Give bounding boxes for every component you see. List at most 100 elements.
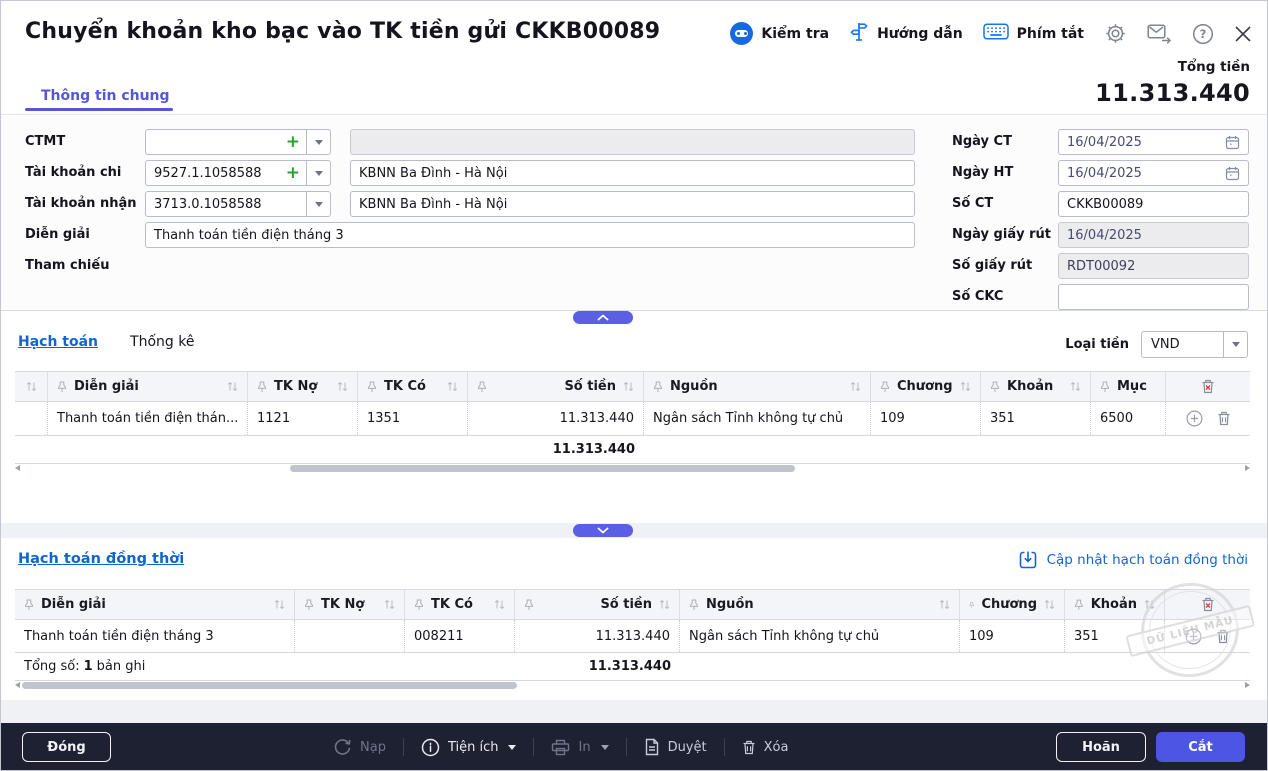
so-ckc-input[interactable] bbox=[1058, 284, 1249, 310]
ctmt-combobox[interactable]: + bbox=[145, 129, 331, 155]
scroll-right-arrow[interactable] bbox=[1245, 682, 1250, 688]
column-header-khoan[interactable]: Khoản bbox=[1065, 590, 1165, 619]
scrollbar-thumb[interactable] bbox=[22, 682, 517, 689]
sort-icon[interactable] bbox=[274, 599, 285, 610]
sort-icon[interactable] bbox=[960, 381, 971, 392]
cell-so-tien[interactable]: 11.313.440 bbox=[515, 620, 680, 652]
currency-select[interactable]: VND bbox=[1141, 331, 1248, 358]
settings-button[interactable] bbox=[1104, 22, 1127, 45]
cell-dien-giai[interactable]: Thanh toán tiền điện thán... bbox=[48, 402, 248, 435]
scroll-right-arrow[interactable] bbox=[1245, 465, 1250, 471]
collapse-form-button[interactable] bbox=[573, 311, 633, 324]
column-header-so-tien[interactable]: Số tiền bbox=[468, 372, 644, 401]
table-row[interactable]: Thanh toán tiền điện thán... 1121 1351 1… bbox=[15, 402, 1250, 436]
tai-khoan-chi-description-field[interactable]: KBNN Ba Đình - Hà Nội bbox=[350, 160, 915, 186]
cell-chuong[interactable]: 109 bbox=[871, 402, 981, 435]
sort-icon[interactable] bbox=[227, 381, 238, 392]
column-header-tk-no[interactable]: TK Nợ bbox=[295, 590, 405, 619]
column-header-dien-giai[interactable]: Diễn giải bbox=[48, 372, 248, 401]
horizontal-scrollbar[interactable] bbox=[15, 464, 1250, 473]
sort-icon[interactable] bbox=[850, 381, 861, 392]
scroll-left-arrow[interactable] bbox=[15, 465, 20, 471]
sort-icon[interactable] bbox=[384, 599, 395, 610]
phim-tat-button[interactable]: Phím tắt bbox=[983, 23, 1084, 44]
cell-dien-giai[interactable]: Thanh toán tiền điện tháng 3 bbox=[15, 620, 295, 652]
scroll-left-arrow[interactable] bbox=[15, 682, 20, 688]
cell-tk-co[interactable]: 008211 bbox=[405, 620, 515, 652]
column-header-muc[interactable]: Mục bbox=[1091, 372, 1166, 401]
column-header-delete[interactable] bbox=[1166, 372, 1250, 401]
column-header-khoan[interactable]: Khoản bbox=[981, 372, 1091, 401]
ngay-ct-datepicker[interactable]: 16/04/2025 bbox=[1058, 129, 1249, 155]
add-tai-khoan-chi-icon[interactable]: + bbox=[286, 165, 306, 182]
column-header-tk-co[interactable]: TK Có bbox=[358, 372, 468, 401]
column-header-partial[interactable] bbox=[15, 372, 48, 401]
column-header-chuong[interactable]: Chương bbox=[960, 590, 1065, 619]
tai-khoan-nhan-description-field[interactable]: KBNN Ba Đình - Hà Nội bbox=[350, 191, 915, 217]
calendar-icon[interactable] bbox=[1225, 166, 1240, 181]
sort-icon[interactable] bbox=[623, 381, 634, 392]
add-row-icon[interactable] bbox=[1185, 628, 1202, 645]
calendar-icon[interactable] bbox=[1225, 135, 1240, 150]
add-ctmt-icon[interactable]: + bbox=[286, 134, 306, 151]
cell-tk-no[interactable] bbox=[295, 620, 405, 652]
tai-khoan-nhan-combobox[interactable]: 3713.0.1058588 bbox=[145, 191, 331, 217]
cell-khoan[interactable]: 351 bbox=[981, 402, 1091, 435]
table-row[interactable]: Thanh toán tiền điện tháng 3 008211 11.3… bbox=[15, 620, 1250, 653]
cell-nguon[interactable]: Ngân sách Tỉnh không tự chủ bbox=[644, 402, 871, 435]
hoan-button[interactable]: Hoãn bbox=[1056, 732, 1146, 762]
delete-all-icon[interactable] bbox=[1201, 379, 1215, 394]
send-mail-button[interactable] bbox=[1147, 23, 1172, 44]
sort-icon[interactable] bbox=[494, 599, 505, 610]
so-ct-input[interactable]: CKKB00089 bbox=[1058, 191, 1249, 217]
column-header-chuong[interactable]: Chương bbox=[871, 372, 981, 401]
huong-dan-button[interactable]: Hướng dẫn bbox=[849, 21, 963, 46]
column-header-so-tien[interactable]: Số tiền bbox=[515, 590, 680, 619]
sort-icon[interactable] bbox=[659, 599, 670, 610]
cell-muc[interactable]: 6500 bbox=[1091, 402, 1166, 435]
ctmt-dropdown-arrow[interactable] bbox=[306, 130, 330, 154]
tab-thong-tin-chung[interactable]: Thông tin chung bbox=[41, 88, 170, 104]
xoa-button[interactable]: Xóa bbox=[742, 740, 789, 755]
delete-all-icon[interactable] bbox=[1201, 597, 1215, 612]
nap-button[interactable]: Nạp bbox=[333, 738, 386, 757]
close-button[interactable] bbox=[1234, 25, 1252, 43]
column-header-tk-no[interactable]: TK Nợ bbox=[248, 372, 358, 401]
add-row-icon[interactable] bbox=[1186, 410, 1203, 427]
column-header-delete[interactable] bbox=[1165, 590, 1250, 619]
tai-khoan-nhan-dropdown-arrow[interactable] bbox=[306, 192, 330, 216]
column-header-nguon[interactable]: Nguồn bbox=[644, 372, 871, 401]
in-button[interactable]: In bbox=[551, 739, 608, 756]
tai-khoan-chi-combobox[interactable]: 9527.1.1058588 + bbox=[145, 160, 331, 186]
dong-button[interactable]: Đóng bbox=[22, 732, 111, 762]
help-button[interactable]: ? bbox=[1192, 23, 1214, 45]
kiem-tra-button[interactable]: Kiểm tra bbox=[730, 22, 829, 45]
sort-icon[interactable] bbox=[1144, 599, 1155, 610]
sort-icon[interactable] bbox=[26, 381, 37, 392]
horizontal-scrollbar[interactable] bbox=[15, 681, 1250, 690]
duyet-button[interactable]: Duyệt bbox=[644, 738, 707, 756]
ngay-ht-datepicker[interactable]: 16/04/2025 bbox=[1058, 160, 1249, 186]
sort-icon[interactable] bbox=[939, 599, 950, 610]
cat-button[interactable]: Cắt bbox=[1156, 732, 1245, 762]
cell-khoan[interactable]: 351 bbox=[1065, 620, 1165, 652]
cell-tk-no[interactable]: 1121 bbox=[248, 402, 358, 435]
column-header-tk-co[interactable]: TK Có bbox=[405, 590, 515, 619]
cell-nguon[interactable]: Ngân sách Tỉnh không tự chủ bbox=[680, 620, 960, 652]
dien-giai-input[interactable]: Thanh toán tiền điện tháng 3 bbox=[145, 222, 915, 248]
scrollbar-thumb[interactable] bbox=[290, 465, 795, 472]
tab-hach-toan[interactable]: Hạch toán bbox=[18, 334, 98, 350]
expand-section-button[interactable] bbox=[573, 524, 633, 537]
cell-tk-co[interactable]: 1351 bbox=[358, 402, 468, 435]
tab-thong-ke[interactable]: Thống kê bbox=[130, 334, 194, 350]
currency-dropdown-arrow[interactable] bbox=[1223, 332, 1247, 357]
column-header-dien-giai[interactable]: Diễn giải bbox=[15, 590, 295, 619]
cell-chuong[interactable]: 109 bbox=[960, 620, 1065, 652]
cap-nhat-hach-toan-button[interactable]: Cập nhật hạch toán đồng thời bbox=[1018, 550, 1248, 570]
tai-khoan-chi-dropdown-arrow[interactable] bbox=[306, 161, 330, 185]
sort-icon[interactable] bbox=[1070, 381, 1081, 392]
delete-row-icon[interactable] bbox=[1216, 629, 1230, 644]
cell-so-tien[interactable]: 11.313.440 bbox=[468, 402, 644, 435]
column-header-nguon[interactable]: Nguồn bbox=[680, 590, 960, 619]
delete-row-icon[interactable] bbox=[1217, 411, 1231, 426]
